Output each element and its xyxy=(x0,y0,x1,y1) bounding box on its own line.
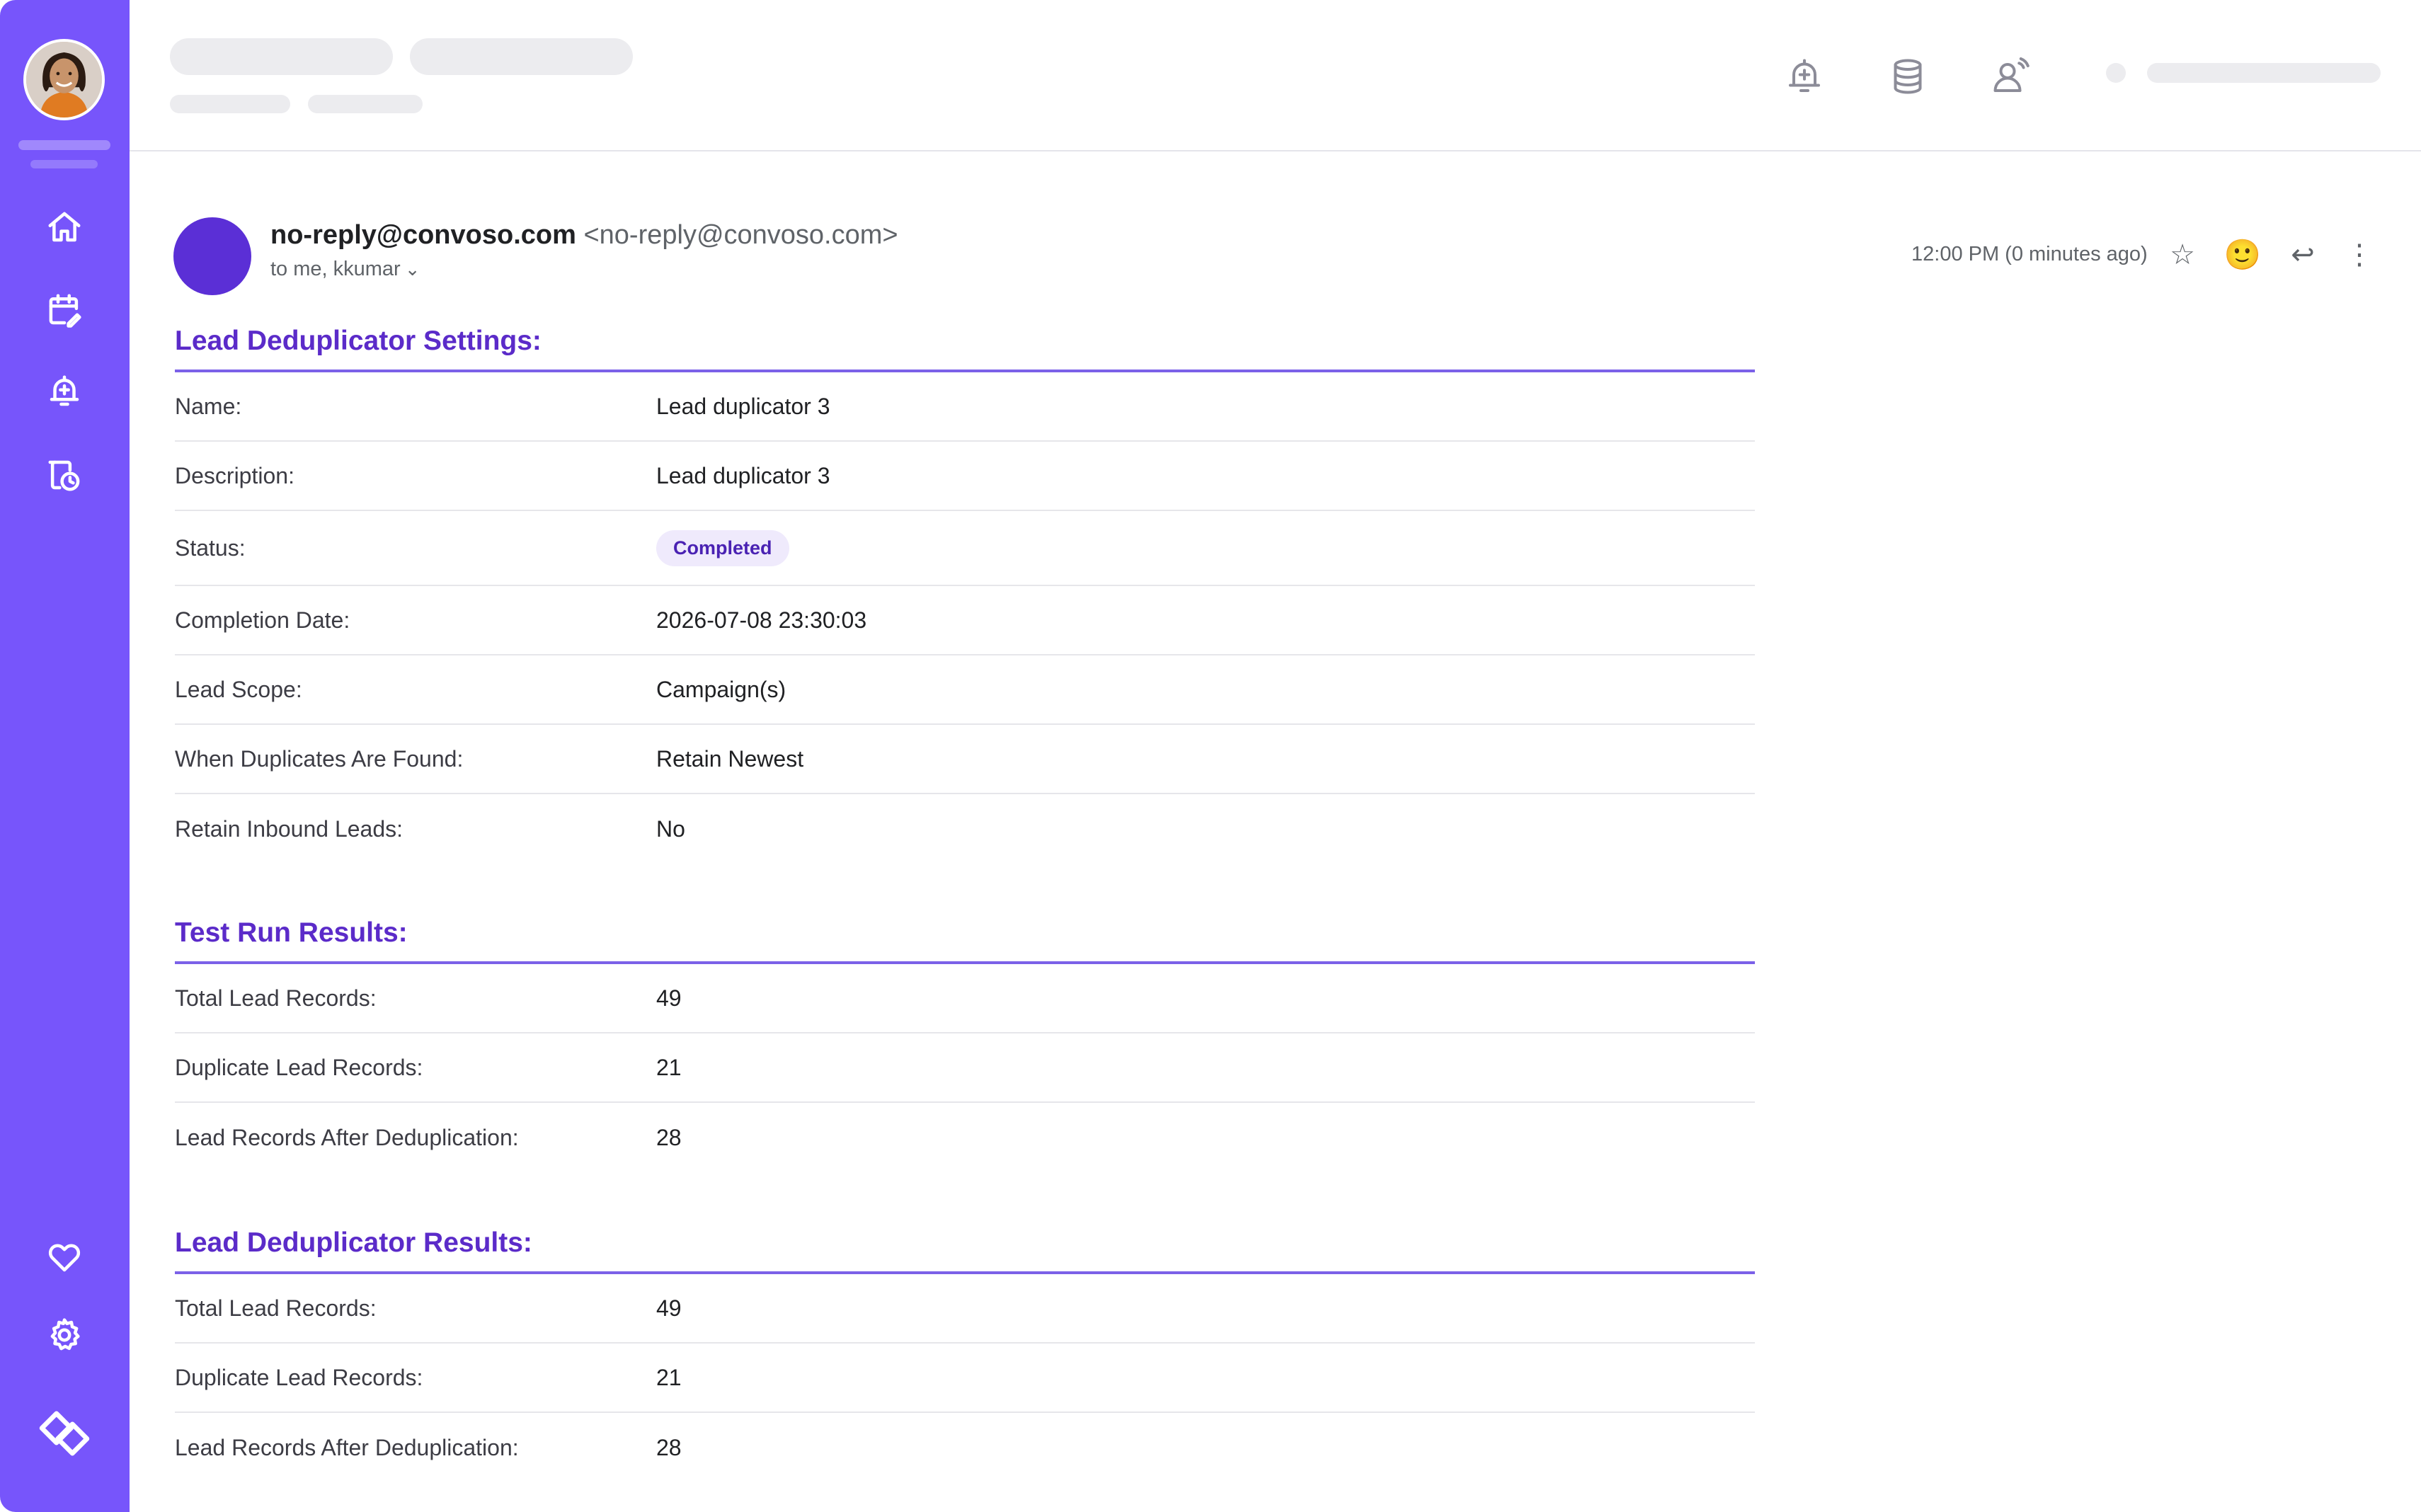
chevron-down-icon[interactable]: ⌄ xyxy=(405,258,420,280)
table-row: Lead Scope: Campaign(s) xyxy=(175,655,1755,725)
row-label: Status: xyxy=(175,534,246,561)
row-label: Lead Records After Deduplication: xyxy=(175,1434,519,1460)
sender-name: no-reply@convoso.com xyxy=(270,220,576,250)
calendar-edit-icon[interactable] xyxy=(41,287,88,333)
section-title: Lead Deduplicator Settings: xyxy=(175,326,1755,372)
sidebar-placeholder-bar xyxy=(18,140,110,150)
results-section: Lead Deduplicator Results: Total Lead Re… xyxy=(175,1227,1755,1482)
row-label: Lead Scope: xyxy=(175,676,302,702)
subtitle-placeholder xyxy=(308,95,423,113)
table-row: Status: Completed xyxy=(175,511,1755,586)
row-label: Name: xyxy=(175,393,242,419)
row-value: 2026-07-08 23:30:03 xyxy=(656,607,867,633)
row-label: Description: xyxy=(175,462,294,488)
row-value: 28 xyxy=(656,1434,682,1460)
table-row: Retain Inbound Leads: No xyxy=(175,794,1755,864)
home-icon[interactable] xyxy=(41,204,88,251)
table-row: Description: Lead duplicator 3 xyxy=(175,442,1755,511)
row-value: 49 xyxy=(656,985,682,1011)
emoji-icon[interactable]: 🙂 xyxy=(2223,235,2262,275)
recipients[interactable]: to me, kkumar ⌄ xyxy=(270,258,420,281)
test-run-section: Test Run Results: Total Lead Records: 49… xyxy=(175,917,1755,1172)
row-label: Total Lead Records: xyxy=(175,1295,377,1321)
title-placeholder xyxy=(170,38,393,75)
row-label: Duplicate Lead Records: xyxy=(175,1054,423,1080)
sidebar xyxy=(0,0,130,1512)
row-value: 21 xyxy=(656,1364,682,1390)
email-timestamp: 12:00 PM (0 minutes ago) xyxy=(1911,243,2148,265)
row-label: Completion Date: xyxy=(175,607,350,633)
row-label: Lead Records After Deduplication: xyxy=(175,1124,519,1150)
email-body: Lead Deduplicator Settings: Name: Lead d… xyxy=(175,326,1755,1482)
table-row: Duplicate Lead Records: 21 xyxy=(175,1033,1755,1103)
table-row: Completion Date: 2026-07-08 23:30:03 xyxy=(175,586,1755,655)
table-row: Lead Records After Deduplication: 28 xyxy=(175,1413,1755,1482)
table-row: Lead Records After Deduplication: 28 xyxy=(175,1103,1755,1172)
user-signal-icon[interactable] xyxy=(1984,50,2038,103)
section-title: Lead Deduplicator Results: xyxy=(175,1227,1755,1274)
sender-avatar xyxy=(173,217,251,295)
user-name-placeholder xyxy=(2147,63,2381,83)
gear-icon[interactable] xyxy=(41,1312,88,1358)
alarm-add-icon[interactable] xyxy=(41,368,88,415)
row-label: When Duplicates Are Found: xyxy=(175,745,464,772)
avatar-portrait-icon xyxy=(26,42,102,118)
row-value: 49 xyxy=(656,1295,682,1321)
row-value: 21 xyxy=(656,1054,682,1080)
title-placeholder xyxy=(410,38,633,75)
heart-icon[interactable] xyxy=(41,1234,88,1281)
sender-line: no-reply@convoso.com <no-reply@convoso.c… xyxy=(270,219,898,251)
sender-email: <no-reply@convoso.com> xyxy=(583,220,898,250)
status-dot-placeholder xyxy=(2106,63,2126,83)
table-row: Total Lead Records: 49 xyxy=(175,1274,1755,1344)
top-bar xyxy=(130,0,2421,151)
bell-add-icon[interactable] xyxy=(1778,50,1831,103)
table-row: Duplicate Lead Records: 21 xyxy=(175,1344,1755,1413)
more-options-icon[interactable]: ⋮ xyxy=(2340,235,2379,275)
reply-icon[interactable]: ↩ xyxy=(2283,235,2323,275)
row-label: Duplicate Lead Records: xyxy=(175,1364,423,1390)
user-avatar[interactable] xyxy=(23,39,105,120)
table-row: Name: Lead duplicator 3 xyxy=(175,372,1755,442)
sidebar-placeholder-bar xyxy=(30,160,98,168)
recipients-text: to me, kkumar xyxy=(270,258,401,280)
row-value: 28 xyxy=(656,1124,682,1150)
brand-logo-icon[interactable] xyxy=(31,1400,98,1467)
row-value: Retain Newest xyxy=(656,745,804,772)
history-icon[interactable] xyxy=(41,452,88,498)
table-row: When Duplicates Are Found: Retain Newest xyxy=(175,725,1755,794)
row-value: Lead duplicator 3 xyxy=(656,462,830,488)
row-label: Total Lead Records: xyxy=(175,985,377,1011)
row-label: Retain Inbound Leads: xyxy=(175,815,404,842)
star-icon[interactable]: ☆ xyxy=(2163,235,2202,275)
row-value: Lead duplicator 3 xyxy=(656,393,830,419)
row-value: Campaign(s) xyxy=(656,676,786,702)
status-badge: Completed xyxy=(656,529,789,566)
row-value: No xyxy=(656,815,685,842)
settings-section: Lead Deduplicator Settings: Name: Lead d… xyxy=(175,326,1755,864)
section-title: Test Run Results: xyxy=(175,917,1755,964)
database-icon[interactable] xyxy=(1881,50,1935,103)
table-row: Total Lead Records: 49 xyxy=(175,964,1755,1033)
subtitle-placeholder xyxy=(170,95,290,113)
